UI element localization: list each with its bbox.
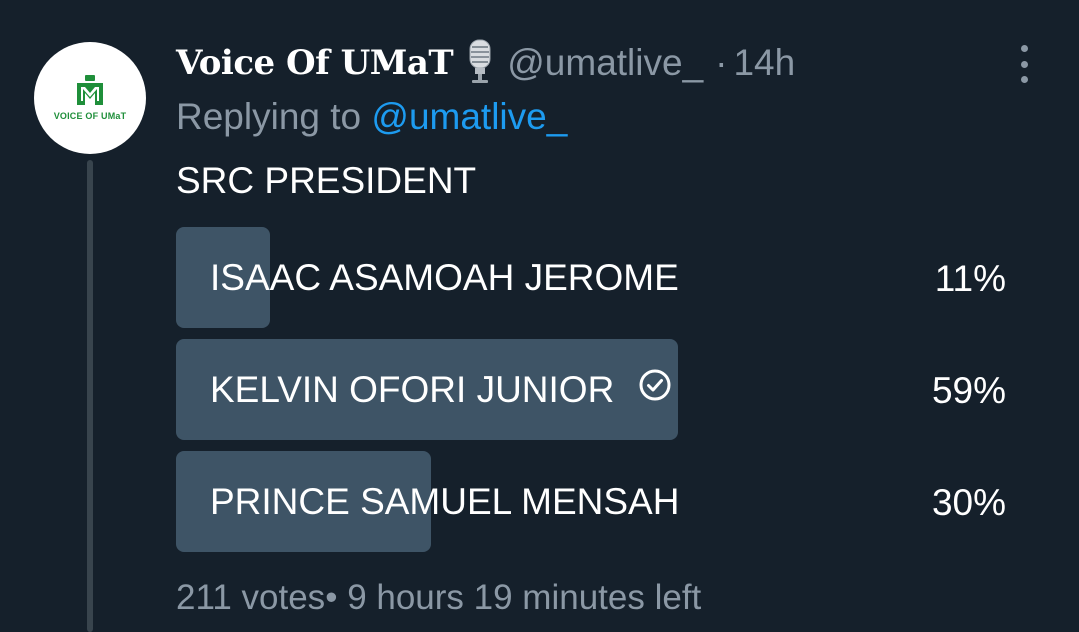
thread-line: [87, 160, 93, 632]
tweet[interactable]: VOICE OF UMaT Voice Of UMaT @umatlive_ ·…: [0, 0, 1079, 632]
poll-option-label: ISAAC ASAMOAH JEROME: [210, 227, 679, 328]
dot: [1020, 45, 1028, 52]
display-name[interactable]: Voice Of UMaT: [176, 43, 454, 83]
poll-option-text: ISAAC ASAMOAH JEROME: [210, 256, 679, 298]
avatar-logo-text: VOICE OF UMaT: [53, 111, 127, 121]
avatar[interactable]: VOICE OF UMaT: [34, 42, 146, 154]
timestamp[interactable]: 14h: [733, 42, 795, 84]
poll: ISAAC ASAMOAH JEROME 11% KELVIN OFORI JU…: [176, 227, 1026, 563]
reply-to-handle-link[interactable]: @umatlive_: [371, 96, 567, 137]
footer-bullet: •: [325, 578, 338, 617]
poll-option[interactable]: KELVIN OFORI JUNIOR 59%: [176, 339, 1026, 440]
vote-count: 211 votes: [176, 578, 326, 617]
tweet-text: SRC PRESIDENT: [176, 160, 477, 201]
time-left: 9 hours 19 minutes left: [347, 578, 702, 617]
poll-option[interactable]: ISAAC ASAMOAH JEROME 11%: [176, 227, 1026, 328]
handle[interactable]: @umatlive_: [507, 42, 703, 84]
check-circle-icon: [638, 338, 672, 442]
more-options-icon[interactable]: [1014, 45, 1034, 83]
studio-microphone-icon: [467, 39, 493, 88]
dot: [1020, 76, 1028, 83]
poll-option-percent: 11%: [934, 258, 1006, 299]
poll-option-percent: 30%: [931, 482, 1006, 523]
poll-option-label: KELVIN OFORI JUNIOR: [210, 339, 672, 440]
poll-option-label: PRINCE SAMUEL MENSAH: [210, 451, 679, 552]
reply-prefix: Replying to: [176, 96, 372, 137]
tweet-header: Voice Of UMaT @umatlive_ · 14h: [176, 38, 795, 88]
poll-option-text: PRINCE SAMUEL MENSAH: [210, 480, 680, 522]
poll-option-text: KELVIN OFORI JUNIOR: [210, 368, 615, 410]
replying-to: Replying to @umatlive_: [176, 96, 567, 138]
poll-footer: 211 votes• 9 hours 19 minutes left: [176, 578, 701, 618]
poll-option[interactable]: PRINCE SAMUEL MENSAH 30%: [176, 451, 1026, 552]
poll-option-percent: 59%: [931, 370, 1006, 411]
dot: [1020, 60, 1028, 68]
separator-dot: ·: [715, 42, 728, 83]
umat-logo-icon: [77, 75, 103, 105]
